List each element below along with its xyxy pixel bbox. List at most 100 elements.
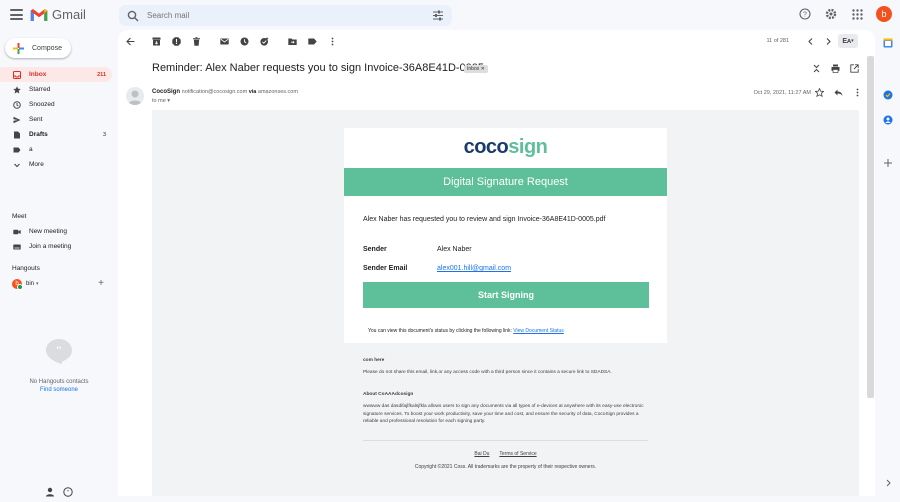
main-menu-icon[interactable] [10, 9, 23, 20]
chevron-left-icon[interactable] [806, 37, 815, 46]
add-contact-icon[interactable]: + [98, 278, 104, 289]
footer-divider [363, 440, 648, 441]
remove-label-icon[interactable]: ✕ [481, 66, 485, 72]
dropdown-arrow-icon: ▾ [851, 38, 854, 44]
via-text: via [248, 89, 257, 95]
compose-button[interactable]: Compose [5, 38, 71, 58]
brand-part-2: sign [508, 136, 548, 158]
recipient-details[interactable]: to me ▾ [152, 98, 170, 104]
sidebar-item-inbox[interactable]: Inbox 211 [0, 67, 112, 82]
collapse-all-icon[interactable] [812, 64, 821, 73]
calendar-icon[interactable] [883, 38, 893, 48]
app-name: Gmail [52, 7, 86, 22]
new-meeting-button[interactable]: New meeting [0, 224, 112, 239]
footer-text-2: wwwww das dasdifajlfkalsjfkla allows use… [363, 404, 644, 424]
sidebar-item-snoozed[interactable]: Snoozed [0, 97, 112, 112]
find-someone-link[interactable]: Find someone [0, 387, 118, 393]
search-options-icon[interactable] [432, 10, 444, 21]
report-spam-icon[interactable] [172, 37, 181, 46]
sender-email: notification@cocosign.com [181, 89, 248, 95]
inbox-badge-text: Inbox [467, 66, 480, 72]
account-avatar[interactable]: b [876, 6, 892, 22]
status-dropdown-icon[interactable]: ▾ [36, 281, 39, 287]
hangouts-chat-icon[interactable]: " [63, 484, 73, 502]
move-to-folder-icon[interactable] [288, 37, 297, 46]
svg-text:": " [67, 490, 70, 496]
drafts-count: 3 [102, 131, 106, 138]
tasks-contacts-icon[interactable] [883, 115, 893, 125]
back-arrow-icon[interactable] [126, 37, 135, 46]
sidebar-item-label: Inbox [29, 71, 47, 78]
add-task-icon[interactable] [260, 37, 269, 46]
search-icon[interactable] [127, 10, 139, 22]
hangouts-user[interactable]: b bin ▾ + [0, 276, 112, 291]
sender-avatar [126, 87, 144, 105]
footer-link-terms[interactable]: Terms of Service [499, 451, 536, 457]
new-meeting-label: New meeting [29, 228, 67, 235]
more-options-icon[interactable] [853, 88, 862, 97]
input-tools-button[interactable]: Eᴀ ▾ [838, 34, 858, 48]
svg-text:": " [56, 343, 63, 357]
mark-unread-icon[interactable] [220, 37, 229, 46]
sidebar-item-label-a[interactable]: a [0, 142, 112, 157]
help-icon[interactable]: ? [798, 7, 812, 21]
inbox-count: 211 [97, 71, 106, 78]
label-icon [13, 146, 21, 154]
open-new-window-icon[interactable] [850, 64, 859, 73]
labels-icon[interactable] [308, 37, 317, 46]
sidebar-item-starred[interactable]: Starred [0, 82, 112, 97]
meet-title: Meet [12, 213, 27, 220]
inbox-label-badge[interactable]: Inbox ✕ [464, 65, 488, 73]
delete-trash-icon[interactable] [192, 37, 201, 46]
signature-request-banner: Digital Signature Request [344, 168, 667, 196]
join-meeting-button[interactable]: Join a meeting [0, 239, 112, 254]
view-status-link[interactable]: View Document Status [513, 328, 564, 334]
email-card: cocosign Digital Signature Request Alex … [344, 128, 667, 492]
details-dropdown-icon[interactable]: ▾ [167, 98, 170, 104]
search-input[interactable] [147, 11, 417, 20]
message-scrollbar[interactable] [867, 56, 874, 398]
reply-icon[interactable] [834, 88, 843, 97]
sidebar-item-sent[interactable]: Sent [0, 112, 112, 127]
sidebar-item-label: Snoozed [29, 101, 55, 108]
sender-value: Alex Naber [437, 246, 472, 253]
star-outline-icon[interactable] [815, 88, 824, 97]
search-bar[interactable] [119, 5, 452, 26]
message-view: 11 of 281 Eᴀ ▾ Reminder: Alex Naber reque… [118, 30, 875, 496]
more-vertical-icon[interactable] [328, 37, 337, 46]
print-icon[interactable] [831, 64, 840, 73]
email-footer: com here Please do not share this email,… [344, 343, 667, 492]
footer-link-baidu[interactable]: Bai Du [474, 451, 489, 457]
sidebar: Compose Inbox 211 Starred Snoozed Sent D… [0, 34, 118, 497]
clock-icon [13, 100, 21, 109]
keyboard-icon [13, 243, 21, 251]
draft-icon [13, 131, 21, 139]
chevron-right-icon[interactable] [824, 37, 833, 46]
message-subject: Reminder: Alex Naber requests you to sig… [152, 62, 485, 74]
top-bar: Gmail ? b [0, 0, 900, 30]
keep-icon[interactable] [883, 90, 893, 100]
start-signing-button[interactable]: Start Signing [363, 282, 649, 308]
sender-email-link[interactable]: alex001.hill@gmail.com [437, 265, 511, 272]
sidebar-item-drafts[interactable]: Drafts 3 [0, 127, 112, 142]
no-hangouts-text: No Hangouts contacts [29, 379, 89, 385]
no-hangouts-panel: " No Hangouts contacts Find someone [0, 338, 118, 393]
sidebar-item-more[interactable]: More [0, 157, 112, 172]
person-icon[interactable] [45, 484, 55, 502]
meet-section: Meet New meeting Join a meeting [0, 209, 112, 254]
apps-grid-icon[interactable] [850, 7, 864, 21]
sender-header: CocoSign notification@cocosign.com via a… [126, 87, 866, 107]
sidebar-item-label: More [29, 161, 44, 168]
inbox-icon [13, 70, 21, 79]
snooze-clock-icon[interactable] [240, 37, 249, 46]
add-addon-plus-icon[interactable] [883, 158, 893, 168]
footer-text-1: Please do not share this email, link,or … [363, 370, 612, 375]
gmail-logo[interactable]: Gmail [30, 7, 86, 22]
status-text: You can view this document's status by c… [368, 328, 512, 334]
message-date: Oct 29, 2021, 11:27 AM [753, 90, 811, 96]
settings-gear-icon[interactable] [824, 7, 838, 21]
archive-icon[interactable] [152, 37, 161, 46]
expand-panel-chevron-icon[interactable] [883, 478, 893, 488]
message-toolbar: 11 of 281 Eᴀ ▾ [118, 30, 875, 52]
sender-name[interactable]: CocoSign [152, 89, 180, 95]
